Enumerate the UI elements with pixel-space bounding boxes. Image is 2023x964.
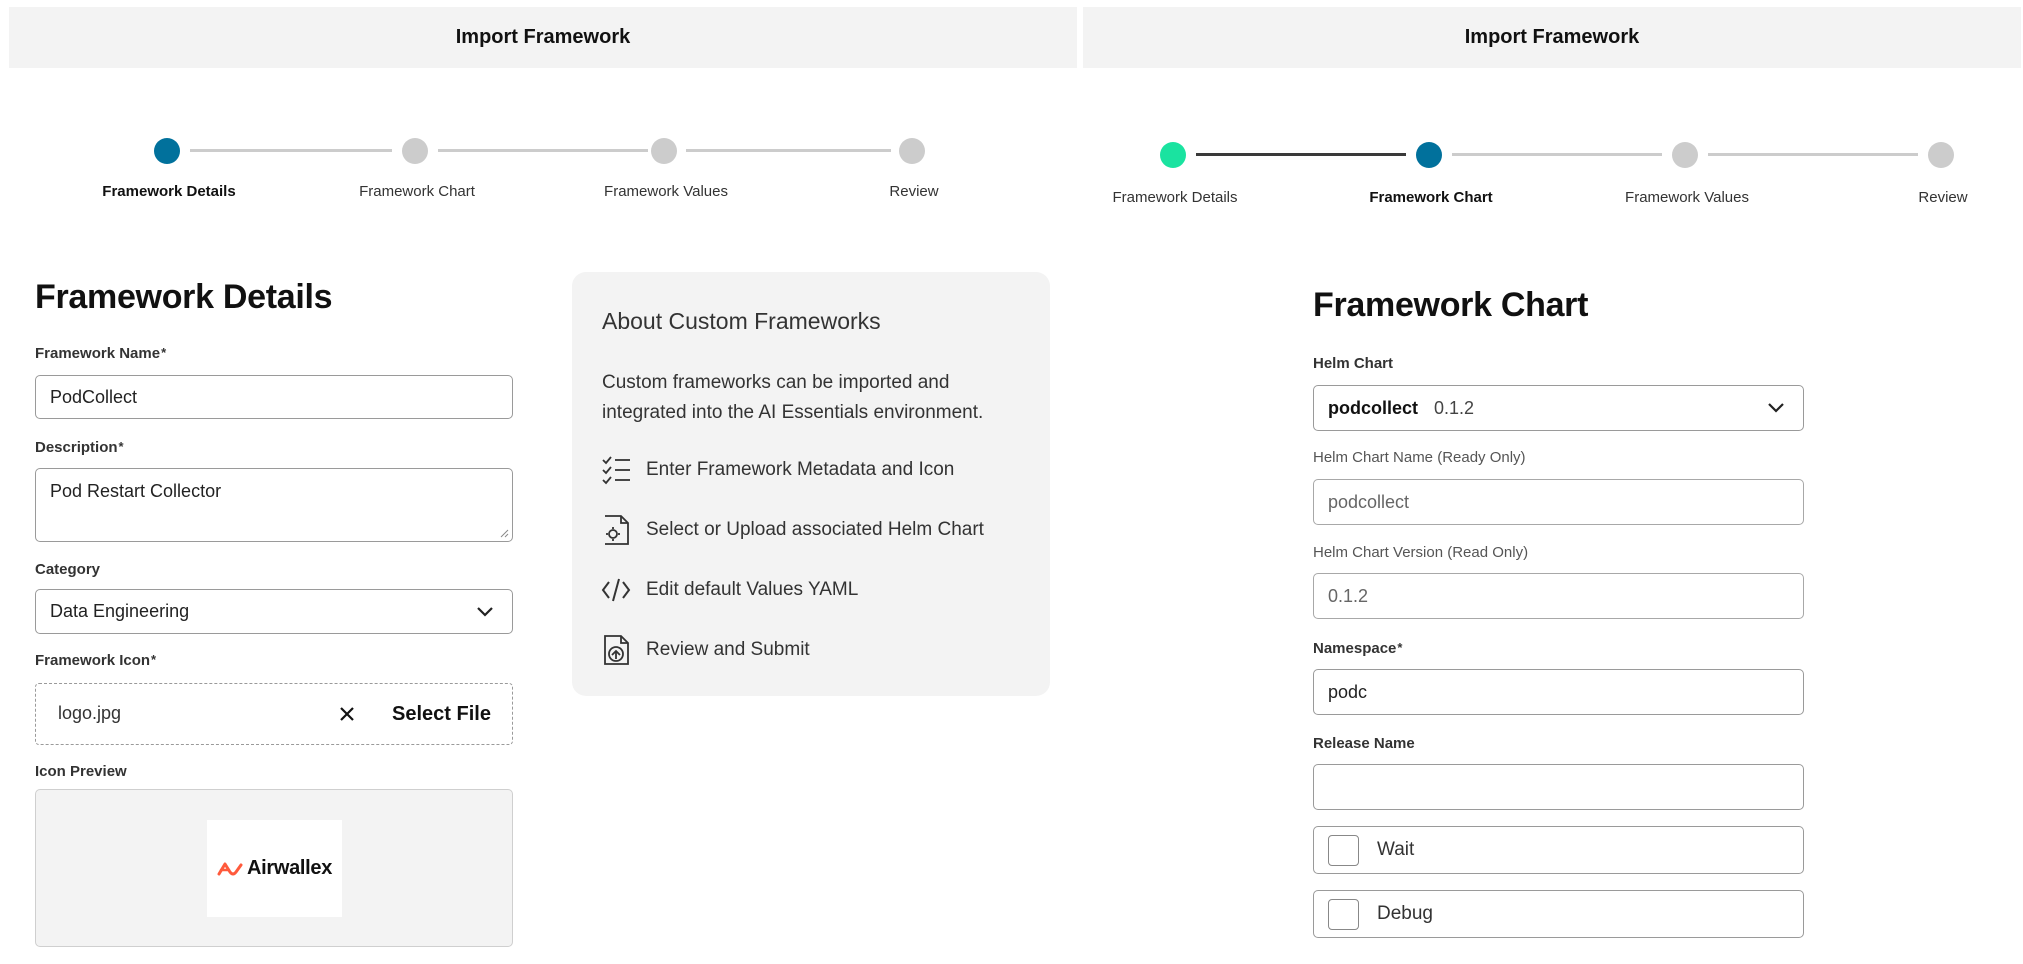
about-item-metadata: Enter Framework Metadata and Icon <box>600 454 954 486</box>
category-value: Data Engineering <box>50 601 190 621</box>
dialog-title: Import Framework <box>1464 26 1640 48</box>
step-label-framework-values: Framework Values <box>1625 189 1749 206</box>
about-item-values-yaml: Edit default Values YAML <box>600 574 858 606</box>
framework-details-panel: Import Framework Framework Details Frame… <box>0 0 1080 964</box>
about-item-review: Review and Submit <box>600 634 810 666</box>
dialog-header: Import Framework <box>1083 7 2021 68</box>
framework-name-input[interactable]: PodCollect <box>35 375 513 419</box>
clear-file-icon[interactable] <box>339 706 355 722</box>
step-dot-review[interactable] <box>899 138 925 164</box>
chevron-down-icon <box>1768 403 1784 413</box>
helm-chart-version-label: Helm Chart Version (Read Only) <box>1313 544 1529 561</box>
upload-file-icon <box>600 634 632 666</box>
description-textarea[interactable]: Pod Restart Collector <box>35 468 513 542</box>
about-item-label: Review and Submit <box>646 639 810 660</box>
step-label-framework-chart: Framework Chart <box>359 183 475 200</box>
framework-name-label: Framework Name* <box>35 345 166 362</box>
helm-chart-label: Helm Chart <box>1313 355 1394 372</box>
helm-chart-name: podcollect <box>1328 397 1419 418</box>
framework-icon-label-text: Framework Icon <box>35 652 151 669</box>
about-item-label: Edit default Values YAML <box>646 579 859 600</box>
about-item-helm-chart: Select or Upload associated Helm Chart <box>600 514 984 546</box>
section-title: Framework Chart <box>1313 286 1589 324</box>
about-description: Custom frameworks can be imported and in… <box>602 372 984 423</box>
icon-preview-label: Icon Preview <box>35 763 127 780</box>
preview-logo: Airwallex <box>207 820 342 917</box>
step-label-review: Review <box>889 183 939 200</box>
debug-label: Debug <box>1377 903 1433 924</box>
helm-chart-name-label: Helm Chart Name (Ready Only) <box>1313 449 1526 466</box>
category-label: Category <box>35 561 101 578</box>
file-upload-dropzone[interactable]: logo.jpg Select File <box>35 683 513 745</box>
resize-grip-icon[interactable] <box>499 528 509 538</box>
wait-checkbox-row[interactable]: Wait <box>1313 826 1804 874</box>
icon-preview-box: Airwallex <box>35 789 513 947</box>
step-connector-done <box>1196 153 1406 156</box>
logo-text: Airwallex <box>246 857 333 879</box>
namespace-label: Namespace* <box>1313 640 1402 657</box>
chart-file-icon <box>600 514 632 546</box>
file-name: logo.jpg <box>58 703 122 723</box>
required-marker: * <box>1397 640 1403 655</box>
description-label-text: Description <box>35 439 118 456</box>
step-dot-review[interactable] <box>1928 142 1954 168</box>
step-label-framework-details: Framework Details <box>1112 189 1238 206</box>
namespace-value: podc <box>1328 681 1368 702</box>
release-name-input[interactable] <box>1313 764 1804 810</box>
step-connector <box>1452 153 1662 156</box>
chevron-down-icon <box>477 606 493 617</box>
step-label-framework-chart: Framework Chart <box>1369 189 1493 206</box>
framework-name-label-text: Framework Name <box>35 345 161 362</box>
checklist-icon <box>600 454 632 486</box>
namespace-label-text: Namespace <box>1313 640 1397 657</box>
namespace-input[interactable]: podc <box>1313 669 1804 715</box>
required-marker: * <box>118 439 124 454</box>
step-dot-framework-values[interactable] <box>651 138 677 164</box>
step-connector <box>1708 153 1918 156</box>
helm-chart-version-field: 0.1.2 <box>1313 573 1804 619</box>
framework-chart-panel: Import Framework Framework Details Frame… <box>1080 0 2023 964</box>
step-dot-framework-chart[interactable] <box>1416 142 1442 168</box>
about-custom-frameworks-card: About Custom Frameworks Custom framework… <box>572 272 1050 696</box>
step-dot-framework-details[interactable] <box>154 138 180 164</box>
step-label-framework-details: Framework Details <box>102 183 236 200</box>
helm-chart-name-value: podcollect <box>1328 491 1410 512</box>
description-value: Pod Restart Collector <box>50 481 222 501</box>
helm-chart-version-value: 0.1.2 <box>1328 585 1369 606</box>
step-connector <box>686 149 891 152</box>
category-select[interactable]: Data Engineering <box>35 589 513 634</box>
helm-chart-select[interactable]: podcollect 0.1.2 <box>1313 385 1804 431</box>
debug-checkbox[interactable] <box>1328 898 1359 930</box>
dialog-header: Import Framework <box>9 7 1077 68</box>
wait-label: Wait <box>1377 839 1415 860</box>
required-marker: * <box>151 652 157 667</box>
code-icon <box>600 574 632 606</box>
about-item-label: Enter Framework Metadata and Icon <box>646 459 955 480</box>
step-label-review: Review <box>1918 189 1968 206</box>
release-name-label: Release Name <box>1313 735 1415 752</box>
step-label-framework-values: Framework Values <box>604 183 728 200</box>
about-title: About Custom Frameworks <box>602 308 881 334</box>
step-dot-framework-values[interactable] <box>1672 142 1698 168</box>
airwallex-logo-icon <box>217 862 243 875</box>
section-title: Framework Details <box>35 278 333 316</box>
step-dot-framework-details[interactable] <box>1160 142 1186 168</box>
helm-chart-version: 0.1.2 <box>1434 397 1475 418</box>
about-item-label: Select or Upload associated Helm Chart <box>646 519 984 540</box>
step-connector <box>190 149 392 152</box>
select-file-button[interactable]: Select File <box>392 703 491 726</box>
debug-checkbox-row[interactable]: Debug <box>1313 890 1804 938</box>
framework-name-value: PodCollect <box>50 386 138 407</box>
step-connector <box>438 149 648 152</box>
step-dot-framework-chart[interactable] <box>402 138 428 164</box>
framework-icon-label: Framework Icon* <box>35 652 156 669</box>
description-label: Description* <box>35 439 124 456</box>
required-marker: * <box>161 345 167 360</box>
wait-checkbox[interactable] <box>1328 834 1359 866</box>
dialog-title: Import Framework <box>455 26 631 48</box>
helm-chart-name-field: podcollect <box>1313 479 1804 525</box>
